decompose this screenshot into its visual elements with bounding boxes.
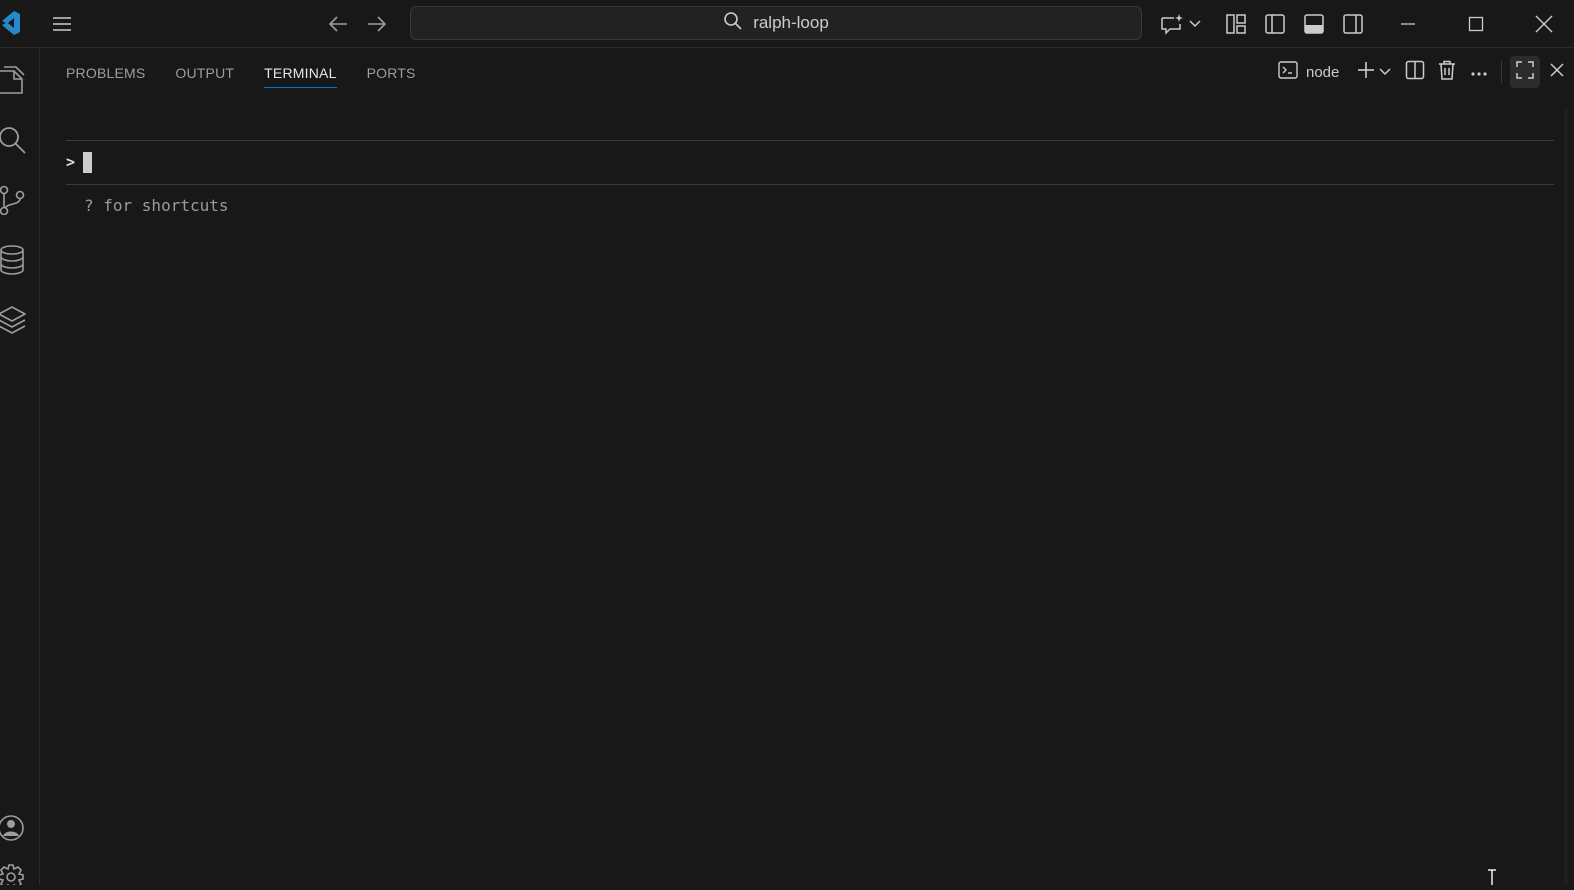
maximize-panel-button[interactable]	[1510, 56, 1540, 88]
tab-output[interactable]: OUTPUT	[175, 60, 234, 88]
database-icon[interactable]	[0, 240, 32, 280]
chevron-down-icon[interactable]	[1188, 14, 1202, 34]
tab-terminal[interactable]: TERMINAL	[264, 60, 337, 88]
fullscreen-icon	[1516, 60, 1534, 84]
activity-bar	[0, 48, 40, 885]
terminal-scrollbar[interactable]	[1564, 108, 1568, 885]
trash-icon	[1438, 60, 1456, 85]
explorer-icon[interactable]	[0, 60, 32, 100]
shortcuts-hint: ? for shortcuts	[84, 196, 229, 215]
vscode-logo-icon	[0, 10, 24, 36]
close-panel-button[interactable]	[1546, 56, 1568, 88]
forward-arrow-icon[interactable]	[363, 10, 391, 38]
panel: PROBLEMS OUTPUT TERMINAL PORTS node > ? …	[40, 48, 1574, 885]
layers-icon[interactable]	[0, 300, 32, 340]
command-center-search[interactable]: ralph-loop	[410, 6, 1142, 40]
toggle-secondary-sidebar-icon[interactable]	[1339, 10, 1367, 38]
accounts-icon[interactable]	[0, 808, 32, 848]
text-cursor	[83, 151, 93, 173]
title-bar: ralph-loop	[0, 0, 1574, 48]
search-icon	[723, 11, 743, 36]
panel-tabs: PROBLEMS OUTPUT TERMINAL PORTS	[66, 60, 446, 88]
close-icon	[1550, 62, 1564, 82]
search-icon[interactable]	[0, 120, 32, 160]
new-terminal-button[interactable]	[1354, 56, 1378, 88]
toggle-panel-icon[interactable]	[1300, 10, 1328, 38]
settings-gear-icon[interactable]	[0, 863, 32, 885]
workspace-name: ralph-loop	[753, 13, 829, 32]
plus-icon	[1357, 61, 1375, 84]
input-bottom-border	[66, 184, 1554, 185]
maximize-icon[interactable]	[1462, 10, 1490, 38]
tab-problems[interactable]: PROBLEMS	[66, 60, 145, 88]
back-arrow-icon[interactable]	[324, 10, 352, 38]
input-top-border	[66, 140, 1554, 141]
prompt-line[interactable]: >	[66, 150, 93, 174]
ellipsis-icon	[1471, 63, 1487, 81]
terminal-icon	[1278, 60, 1298, 84]
more-actions-button[interactable]	[1466, 56, 1492, 88]
close-icon[interactable]	[1530, 10, 1558, 38]
source-control-icon[interactable]	[0, 180, 32, 220]
tab-ports[interactable]: PORTS	[367, 60, 416, 88]
chat-sparkle-icon[interactable]	[1158, 10, 1188, 38]
minimize-icon[interactable]	[1394, 10, 1422, 38]
terminal-name: node	[1306, 63, 1340, 81]
mouse-ibeam-cursor	[1486, 869, 1498, 890]
launch-profile-dropdown[interactable]	[1378, 56, 1392, 88]
terminal-instance-button[interactable]: node	[1278, 56, 1340, 88]
prompt-symbol: >	[66, 153, 76, 171]
customize-layout-icon[interactable]	[1222, 10, 1250, 38]
chevron-down-icon	[1379, 63, 1391, 81]
kill-terminal-button[interactable]	[1434, 56, 1460, 88]
menu-icon[interactable]	[48, 10, 76, 38]
split-terminal-button[interactable]	[1402, 56, 1428, 88]
toolbar-divider	[1501, 61, 1502, 83]
toggle-primary-sidebar-icon[interactable]	[1261, 10, 1289, 38]
split-icon	[1405, 60, 1425, 85]
